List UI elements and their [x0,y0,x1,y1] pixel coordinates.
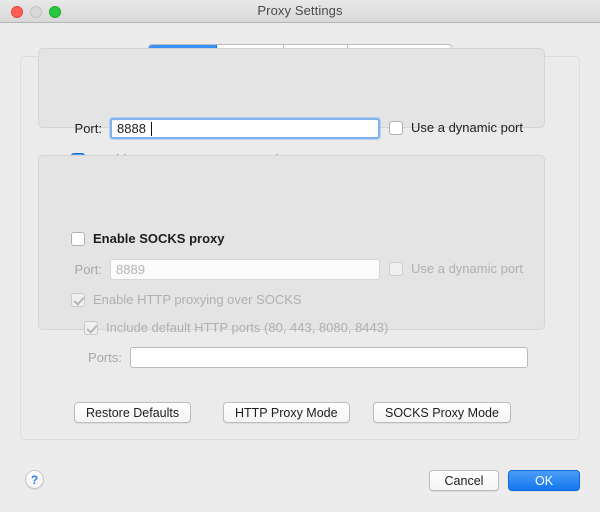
ok-button[interactable]: OK [508,470,580,491]
include-default-http-ports-label: Include default HTTP ports (80, 443, 808… [106,320,388,335]
cancel-button[interactable]: Cancel [429,470,499,491]
socks-port-row: Port: [62,259,380,280]
socks-port-label: Port: [62,262,102,277]
http-port-label: Port: [62,121,102,136]
socks-dynamic-port-checkbox-row[interactable]: Use a dynamic port [389,261,523,276]
include-default-http-ports-row[interactable]: Include default HTTP ports (80, 443, 808… [84,320,388,335]
socks-proxy-mode-button-wrap: SOCKS Proxy Mode [373,402,511,423]
enable-socks-proxy-row[interactable]: Enable SOCKS proxy [71,231,224,246]
socks-port-input[interactable] [110,259,380,280]
enable-http-proxying-over-socks-label: Enable HTTP proxying over SOCKS [93,292,302,307]
socks-ports-row: Ports: [78,347,528,368]
ok-button-wrap: OK [508,470,580,491]
socks-dynamic-port-label: Use a dynamic port [411,261,523,276]
http-port-row: Port: [62,118,380,139]
http-proxy-mode-button-wrap: HTTP Proxy Mode [223,402,350,423]
window-title: Proxy Settings [0,3,600,18]
proxy-settings-window: Proxy Settings Proxies Options macOS Moz… [0,0,600,512]
http-dynamic-port-checkbox[interactable] [389,121,403,135]
help-button[interactable]: ? [25,470,44,489]
text-caret [151,122,152,136]
restore-defaults-button-wrap: Restore Defaults [74,402,191,423]
socks-ports-input[interactable] [130,347,528,368]
enable-http-proxying-over-socks-checkbox[interactable] [71,293,85,307]
title-bar: Proxy Settings [0,0,600,23]
enable-socks-proxy-label: Enable SOCKS proxy [93,231,224,246]
http-proxy-group [38,48,545,128]
enable-socks-proxy-checkbox[interactable] [71,232,85,246]
http-dynamic-port-label: Use a dynamic port [411,120,523,135]
restore-defaults-button[interactable]: Restore Defaults [74,402,191,423]
http-proxy-mode-button[interactable]: HTTP Proxy Mode [223,402,350,423]
cancel-button-wrap: Cancel [429,470,499,491]
include-default-http-ports-checkbox[interactable] [84,321,98,335]
socks-proxy-mode-button[interactable]: SOCKS Proxy Mode [373,402,511,423]
socks-ports-label: Ports: [78,350,122,365]
http-dynamic-port-checkbox-row[interactable]: Use a dynamic port [389,120,523,135]
socks-dynamic-port-checkbox[interactable] [389,262,403,276]
enable-http-proxying-over-socks-row[interactable]: Enable HTTP proxying over SOCKS [71,292,302,307]
